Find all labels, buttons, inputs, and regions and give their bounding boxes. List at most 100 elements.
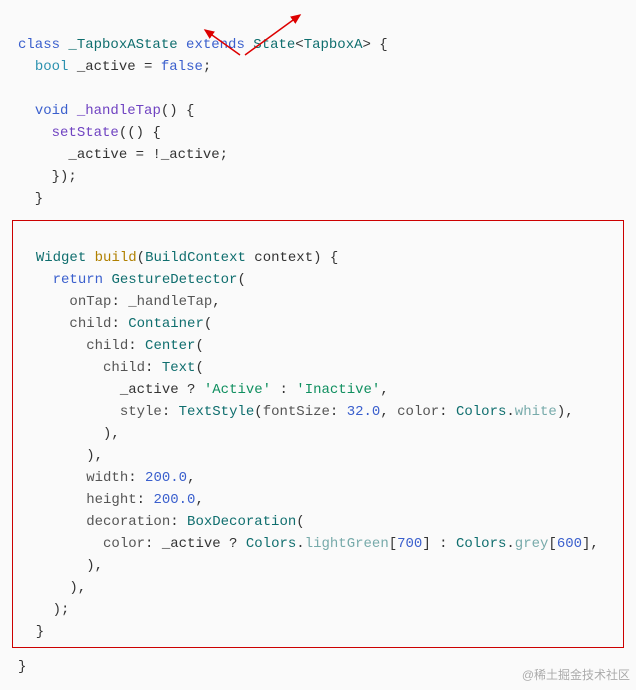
cls-boxdecoration: BoxDecoration (187, 514, 296, 530)
colon2: : (439, 404, 456, 420)
key-style: style (120, 404, 162, 420)
fn-handletap: _handleTap (77, 103, 161, 119)
white: white (515, 404, 557, 420)
colors: Colors (246, 536, 296, 552)
v-32: 32.0 (347, 404, 381, 420)
type-bool: bool (35, 59, 69, 75)
k-fontsize: fontSize (263, 404, 330, 420)
rest: (() { (119, 125, 161, 141)
key-ontap: onTap (69, 294, 111, 310)
rhs: _active (161, 147, 220, 163)
sep: , (380, 404, 397, 420)
c: : (431, 536, 456, 552)
eq: = ! (127, 147, 161, 163)
rest: ( (195, 338, 203, 354)
dot: . (506, 536, 514, 552)
cls-text: Text (162, 360, 196, 376)
type-buildcontext: BuildContext (145, 250, 246, 266)
grey: grey (515, 536, 549, 552)
colon: : (162, 404, 179, 420)
pname: context (246, 250, 313, 266)
colon: : (111, 316, 128, 332)
colors: Colors (456, 536, 506, 552)
q: ? (179, 382, 204, 398)
comma: , (187, 470, 195, 486)
key-height: height (86, 492, 136, 508)
lightgreen: lightGreen (305, 536, 389, 552)
watermark: @稀土掘金技术社区 (522, 664, 630, 686)
type-state: State (253, 37, 295, 53)
semi: ; (220, 147, 228, 163)
code-top: class _TapboxAState extends State<Tapbox… (8, 8, 628, 214)
key-child: child (86, 338, 128, 354)
closing-brace: } (18, 659, 26, 675)
v-200: 200.0 (153, 492, 195, 508)
b: ] (422, 536, 430, 552)
val-handletap: _handleTap (128, 294, 212, 310)
q: ? (221, 536, 246, 552)
fn-build: build (95, 250, 137, 266)
cls-gesturedetector: GestureDetector (111, 272, 237, 288)
keyword-return: return (53, 272, 103, 288)
key-color: color (103, 536, 145, 552)
line: ), (19, 558, 103, 574)
line: } (19, 624, 44, 640)
line: ), (19, 426, 120, 442)
open: ( (254, 404, 262, 420)
line: ), (19, 448, 103, 464)
comma: , (212, 294, 220, 310)
colon: : (111, 294, 128, 310)
colon: : (145, 536, 162, 552)
rest: () { (161, 103, 195, 119)
n-700: 700 (397, 536, 422, 552)
eq: = (136, 59, 161, 75)
keyword-void: void (35, 103, 69, 119)
n-600: 600 (557, 536, 582, 552)
fn-setstate: setState (52, 125, 119, 141)
colon: : (137, 492, 154, 508)
brace: > { (363, 37, 388, 53)
rest: ) { (313, 250, 338, 266)
key-width: width (86, 470, 128, 486)
key-decoration: decoration (86, 514, 170, 530)
colon: : (170, 514, 187, 530)
dot: . (296, 536, 304, 552)
keyword-class: class (18, 37, 60, 53)
literal-false: false (161, 59, 203, 75)
code-build-box: Widget build(BuildContext context) { ret… (12, 220, 624, 648)
colon: : (145, 360, 162, 376)
b: [ (548, 536, 556, 552)
c: : (271, 382, 296, 398)
rest: ( (195, 360, 203, 376)
key-child: child (103, 360, 145, 376)
lhs: _active (68, 147, 127, 163)
comma: , (380, 382, 388, 398)
colon: : (128, 338, 145, 354)
cls-textstyle: TextStyle (179, 404, 255, 420)
rest: ( (204, 316, 212, 332)
type-widget: Widget (36, 250, 86, 266)
str-inactive: 'Inactive' (296, 382, 380, 398)
keyword-extends: extends (186, 37, 245, 53)
k-color: color (397, 404, 439, 420)
type-param: TapboxA (304, 37, 363, 53)
cls-center: Center (145, 338, 195, 354)
cond: _active (162, 536, 221, 552)
semi: ; (203, 59, 211, 75)
colon: : (128, 470, 145, 486)
dot: . (506, 404, 514, 420)
colors: Colors (456, 404, 506, 420)
cls-container: Container (128, 316, 204, 332)
rest: ( (237, 272, 245, 288)
v-200: 200.0 (145, 470, 187, 486)
rest: ( (296, 514, 304, 530)
str-active: 'Active' (204, 382, 271, 398)
close: ), (557, 404, 574, 420)
cond: _active (120, 382, 179, 398)
line: ); (19, 602, 69, 618)
class-name: _TapboxAState (68, 37, 177, 53)
b: [ (389, 536, 397, 552)
key-child: child (69, 316, 111, 332)
p: ( (137, 250, 145, 266)
line: } (18, 191, 43, 207)
